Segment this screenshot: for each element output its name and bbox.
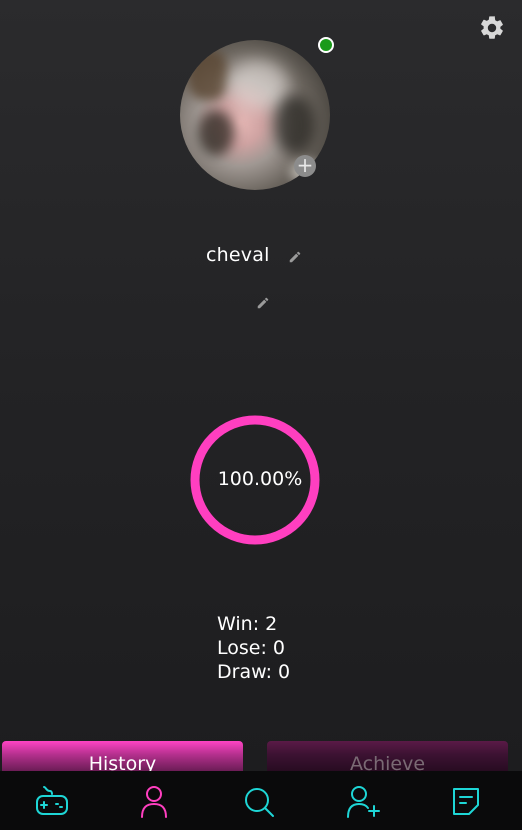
settings-gear-icon[interactable] bbox=[478, 14, 506, 42]
online-status-dot bbox=[318, 37, 334, 53]
add-friend-icon[interactable] bbox=[346, 784, 382, 820]
search-icon[interactable] bbox=[241, 784, 277, 820]
tab-achieve[interactable]: Achieve bbox=[267, 741, 508, 775]
add-photo-icon[interactable]: + bbox=[294, 155, 316, 177]
bottom-navbar bbox=[0, 771, 522, 830]
gamepad-icon[interactable] bbox=[34, 784, 70, 820]
win-count: Win: 2 bbox=[217, 613, 278, 635]
tab-history[interactable]: History bbox=[2, 741, 243, 775]
chat-icon[interactable] bbox=[448, 784, 484, 820]
username: cheval bbox=[206, 244, 270, 266]
edit-username-icon[interactable] bbox=[288, 249, 302, 263]
edit-bio-icon[interactable] bbox=[256, 295, 270, 309]
lose-count: Lose: 0 bbox=[217, 637, 285, 659]
match-stats: Win: 2 Lose: 0 Draw: 0 bbox=[217, 612, 290, 684]
profile-icon[interactable] bbox=[136, 784, 172, 820]
draw-count: Draw: 0 bbox=[217, 661, 291, 683]
win-rate-percentage: 100.00% bbox=[217, 468, 303, 490]
